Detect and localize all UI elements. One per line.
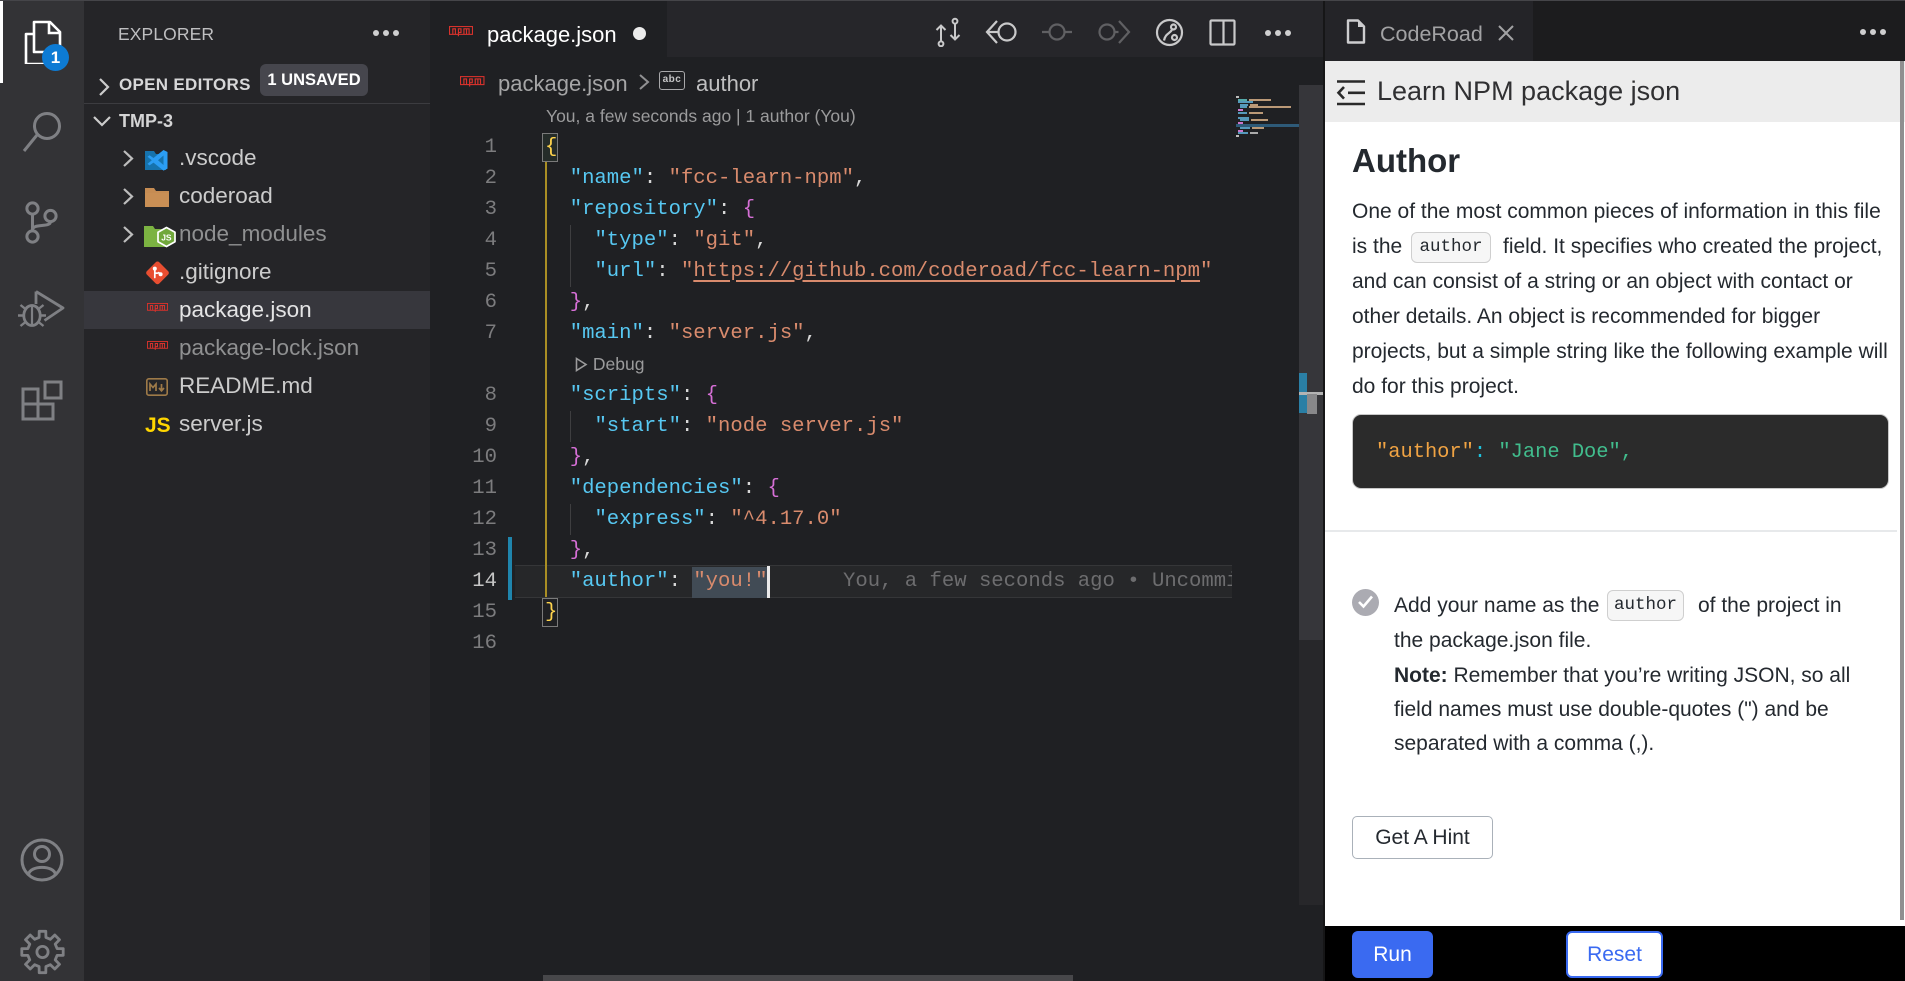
svg-text:JS: JS [161,233,172,243]
